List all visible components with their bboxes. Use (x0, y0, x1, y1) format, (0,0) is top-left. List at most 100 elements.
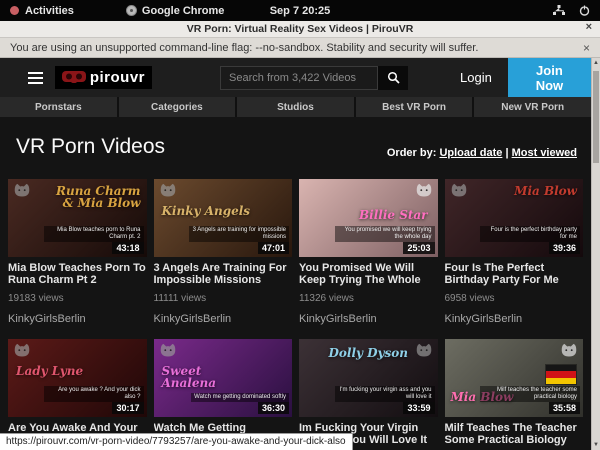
video-thumbnail[interactable]: Sweet Analena Watch me getting dominated… (154, 339, 293, 417)
login-link[interactable]: Login (460, 70, 492, 85)
thumbnail-model-name: Sweet Analena (162, 365, 259, 389)
status-url-tooltip: https://pirouvr.com/vr-porn-video/779325… (0, 433, 353, 450)
order-by-most-viewed-link[interactable]: Most viewed (512, 147, 577, 159)
thumbnail-caption: You promised we will keep trying the who… (335, 226, 435, 242)
order-by-separator: | (505, 147, 508, 159)
studio-logo-icon (11, 342, 33, 362)
scroll-up-icon[interactable]: ▲ (592, 60, 600, 66)
video-card: Runa Charm & Mia Blow Mia Blow teaches p… (8, 179, 147, 325)
video-views: 19183 views (8, 293, 147, 304)
vr-headset-icon (62, 71, 86, 84)
duration-badge: 47:01 (258, 242, 289, 254)
order-by: Order by: Upload date | Most viewed (387, 147, 577, 159)
thumbnail-caption: I'm fucking your virgin ass and you will… (335, 386, 435, 402)
studio-logo-icon (413, 182, 435, 202)
main-nav: Pornstars Categories Studios Best VR Por… (0, 97, 591, 117)
window-title: VR Porn: Virtual Reality Sex Videos | Pi… (187, 23, 414, 35)
video-title-link[interactable]: You Promised We Will Keep Trying The Who… (299, 262, 438, 286)
video-thumbnail[interactable]: Mia Blow Four is the perfect birthday pa… (445, 179, 584, 257)
scrollbar-thumb[interactable] (593, 71, 599, 163)
network-icon[interactable] (553, 5, 565, 16)
german-flag-icon (545, 364, 577, 385)
thumbnail-model-name: Kinky Angels (162, 205, 251, 217)
search-input[interactable] (220, 66, 378, 90)
page-title: VR Porn Videos (16, 135, 165, 159)
thumbnail-caption: Watch me getting dominated softly (191, 393, 289, 402)
video-thumbnail[interactable]: Kinky Angels 3 Angels are training for i… (154, 179, 293, 257)
order-by-upload-date-link[interactable]: Upload date (439, 147, 502, 159)
video-thumbnail[interactable]: Mia Blow Milf teaches the teacher some p… (445, 339, 584, 417)
nav-item-pornstars[interactable]: Pornstars (0, 97, 117, 117)
page-viewport: pirouvr Login Join Now Pornstars Categor… (0, 58, 591, 450)
infobar-message: You are using an unsupported command-lin… (10, 42, 478, 54)
order-by-label: Order by: (387, 147, 437, 159)
search-icon (387, 71, 400, 84)
activities-button[interactable]: Activities (25, 5, 74, 17)
focused-app-menu[interactable]: Google Chrome (126, 5, 225, 17)
thumbnail-model-name: Billie Star (359, 209, 428, 221)
thumbnail-caption: Milf teaches the teacher some practical … (480, 386, 580, 402)
system-top-bar: Activities Google Chrome Sep 7 20:25 (0, 0, 600, 21)
duration-badge: 35:58 (549, 402, 580, 414)
site-logo[interactable]: pirouvr (55, 66, 152, 89)
nav-item-studios[interactable]: Studios (237, 97, 354, 117)
power-icon[interactable] (579, 5, 590, 16)
focused-app-label: Google Chrome (142, 5, 225, 17)
thumbnail-model-name: Lady Lyne (16, 365, 83, 377)
video-thumbnail[interactable]: Runa Charm & Mia Blow Mia Blow teaches p… (8, 179, 147, 257)
video-title-link[interactable]: 3 Angels Are Training For Impossible Mis… (154, 262, 293, 286)
video-views: 6958 views (445, 293, 584, 304)
video-card: Kinky Angels 3 Angels are training for i… (154, 179, 293, 325)
chrome-icon (126, 5, 137, 16)
duration-badge: 33:59 (403, 402, 434, 414)
join-now-button[interactable]: Join Now (508, 56, 591, 100)
duration-badge: 43:18 (112, 242, 143, 254)
studio-logo-icon (157, 182, 179, 202)
thumbnail-model-name: Mia Blow (514, 185, 577, 197)
window-close-icon[interactable]: × (586, 21, 592, 33)
site-header: pirouvr Login Join Now (0, 58, 591, 97)
studio-logo-icon (11, 182, 33, 202)
video-title-link[interactable]: Milf Teaches The Teacher Some Practical … (445, 422, 584, 446)
studio-logo-icon (558, 342, 580, 362)
studio-link[interactable]: KinkyGirlsBerlin (445, 313, 584, 325)
video-thumbnail[interactable]: Dolly Dyson I'm fucking your virgin ass … (299, 339, 438, 417)
activities-indicator-icon (10, 6, 19, 15)
video-card: Mia Blow Milf teaches the teacher some p… (445, 339, 584, 450)
duration-badge: 25:03 (403, 242, 434, 254)
thumbnail-caption: Mia Blow teaches porn to Runa Charm pt. … (44, 226, 144, 242)
thumbnail-caption: Four is the perfect birthday party for m… (480, 226, 580, 242)
studio-logo-icon (448, 182, 470, 202)
window-title-bar: VR Porn: Virtual Reality Sex Videos | Pi… (0, 21, 600, 38)
studio-logo-icon (157, 342, 179, 362)
duration-badge: 39:36 (549, 242, 580, 254)
nav-item-new-vr-porn[interactable]: New VR Porn (474, 97, 591, 117)
video-views: 11326 views (299, 293, 438, 304)
chrome-infobar: You are using an unsupported command-lin… (0, 38, 600, 58)
search-button[interactable] (378, 66, 408, 90)
video-grid: Runa Charm & Mia Blow Mia Blow teaches p… (0, 179, 591, 450)
video-card: Mia Blow Four is the perfect birthday pa… (445, 179, 584, 325)
duration-badge: 36:30 (258, 402, 289, 414)
vertical-scrollbar[interactable]: ▲ ▼ (591, 58, 600, 450)
hamburger-menu-icon[interactable] (28, 72, 43, 84)
thumbnail-caption: Are you awake ? And your dick also ? (44, 386, 144, 402)
video-thumbnail[interactable]: Lady Lyne Are you awake ? And your dick … (8, 339, 147, 417)
thumbnail-model-name: Dolly Dyson (299, 347, 438, 359)
site-logo-text: pirouvr (90, 69, 145, 86)
video-views: 11111 views (154, 293, 293, 304)
video-title-link[interactable]: Four Is The Perfect Birthday Party For M… (445, 262, 584, 286)
video-card: Billie Star You promised we will keep tr… (299, 179, 438, 325)
scroll-down-icon[interactable]: ▼ (592, 442, 600, 448)
studio-link[interactable]: KinkyGirlsBerlin (154, 313, 293, 325)
nav-item-best-vr-porn[interactable]: Best VR Porn (356, 97, 473, 117)
duration-badge: 30:17 (112, 402, 143, 414)
video-thumbnail[interactable]: Billie Star You promised we will keep tr… (299, 179, 438, 257)
thumbnail-model-name: Runa Charm & Mia Blow (44, 185, 141, 209)
thumbnail-caption: 3 Angels are training for impossible mis… (189, 226, 289, 242)
studio-link[interactable]: KinkyGirlsBerlin (8, 313, 147, 325)
infobar-close-icon[interactable]: × (583, 41, 590, 55)
nav-item-categories[interactable]: Categories (119, 97, 236, 117)
video-title-link[interactable]: Mia Blow Teaches Porn To Runa Charm Pt 2 (8, 262, 147, 286)
studio-link[interactable]: KinkyGirlsBerlin (299, 313, 438, 325)
